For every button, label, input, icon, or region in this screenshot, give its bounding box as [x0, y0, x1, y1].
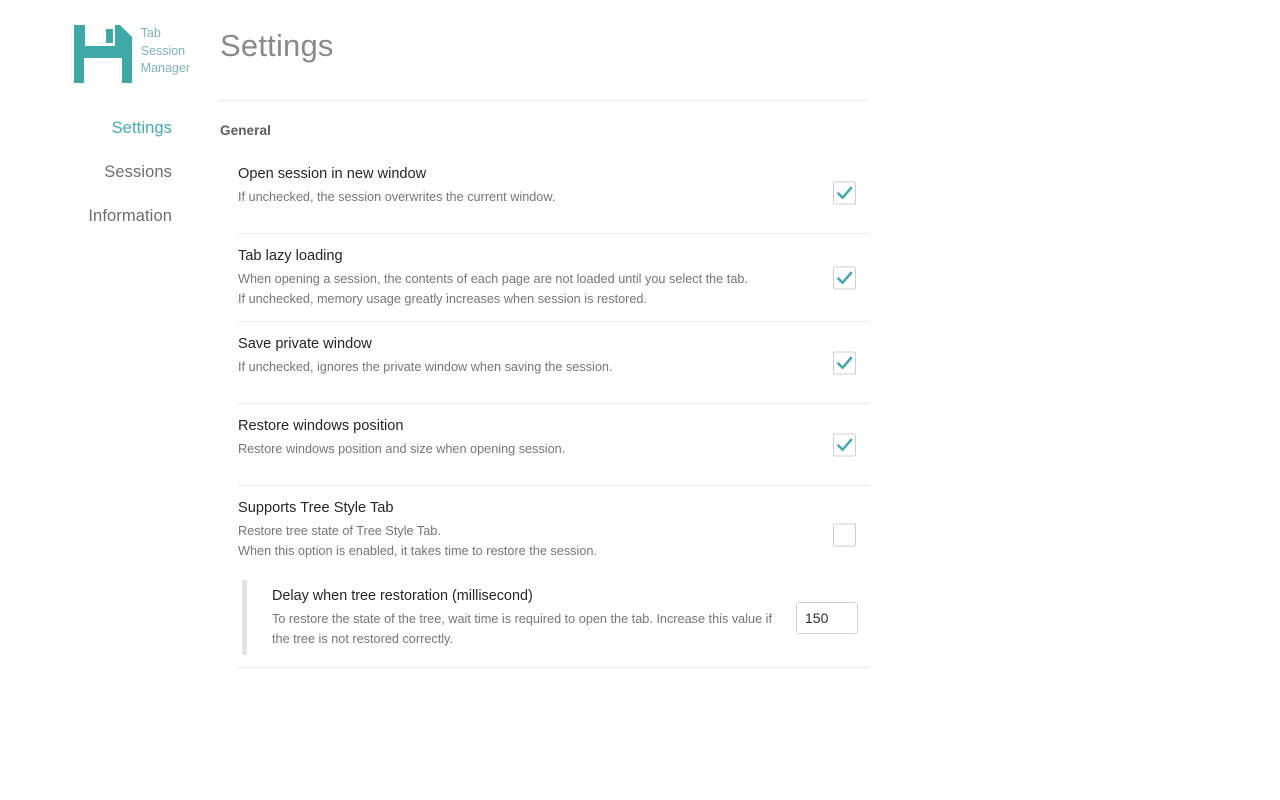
- brand-name-line-1: Tab: [141, 25, 190, 43]
- section-title-general: General: [220, 123, 870, 138]
- setting-description-line: When opening a session, the contents of …: [238, 270, 788, 290]
- settings-list: Open session in new window If unchecked,…: [238, 152, 870, 657]
- delay-when-tree-restoration-input[interactable]: [796, 602, 858, 634]
- setting-description-line: If unchecked, the session overwrites the…: [238, 188, 788, 208]
- setting-description-line: Restore tree state of Tree Style Tab.: [238, 522, 788, 542]
- checkbox-tab-lazy-loading[interactable]: [833, 266, 856, 289]
- sub-setting-delay-when-tree-restoration: Delay when tree restoration (millisecond…: [242, 578, 870, 657]
- bottom-divider: [238, 667, 870, 668]
- setting-title: Save private window: [238, 334, 788, 355]
- setting-text: Supports Tree Style Tab Restore tree sta…: [238, 498, 798, 561]
- setting-row-tab-lazy-loading: Tab lazy loading When opening a session,…: [238, 234, 870, 322]
- setting-title: Restore windows position: [238, 416, 788, 437]
- setting-description: Restore windows position and size when o…: [238, 440, 788, 460]
- sub-setting-description-line: To restore the state of the tree, wait t…: [272, 610, 782, 630]
- setting-description-line: If unchecked, ignores the private window…: [238, 358, 788, 378]
- setting-description: If unchecked, ignores the private window…: [238, 358, 788, 378]
- setting-title: Open session in new window: [238, 164, 788, 185]
- checkbox-open-session-in-new-window[interactable]: [833, 181, 856, 204]
- setting-text: Tab lazy loading When opening a session,…: [238, 246, 798, 309]
- header-divider: [218, 100, 868, 101]
- setting-row-restore-windows-position: Restore windows position Restore windows…: [238, 404, 870, 486]
- setting-description: If unchecked, the session overwrites the…: [238, 188, 788, 208]
- settings-page: Tab Session Manager Settings Sessions In…: [0, 0, 1280, 800]
- checkbox-supports-tree-style-tab[interactable]: [833, 524, 856, 547]
- setting-row-open-session-in-new-window: Open session in new window If unchecked,…: [238, 152, 870, 234]
- brand-name-line-3: Manager: [141, 60, 190, 78]
- sub-setting-description-line: the tree is not restored correctly.: [272, 630, 782, 650]
- setting-text: Open session in new window If unchecked,…: [238, 164, 798, 208]
- setting-text: Delay when tree restoration (millisecond…: [272, 586, 792, 649]
- floppy-disk-save-icon: [71, 22, 135, 86]
- setting-description-line: Restore windows position and size when o…: [238, 440, 788, 460]
- brand-name-line-2: Session: [141, 43, 190, 61]
- setting-row-save-private-window: Save private window If unchecked, ignore…: [238, 322, 870, 404]
- setting-description-line: If unchecked, memory usage greatly incre…: [238, 290, 788, 310]
- sub-setting-description: To restore the state of the tree, wait t…: [272, 610, 782, 649]
- sidebar: Tab Session Manager Settings Sessions In…: [0, 0, 198, 800]
- setting-main: Supports Tree Style Tab Restore tree sta…: [238, 498, 870, 572]
- sidebar-item-sessions[interactable]: Sessions: [0, 150, 172, 194]
- setting-text: Save private window If unchecked, ignore…: [238, 334, 798, 378]
- sidebar-item-settings[interactable]: Settings: [0, 106, 172, 150]
- sidebar-item-information[interactable]: Information: [0, 194, 172, 238]
- checkbox-restore-windows-position[interactable]: [833, 433, 856, 456]
- brand-name: Tab Session Manager: [141, 22, 190, 78]
- setting-description: Restore tree state of Tree Style Tab. Wh…: [238, 522, 788, 561]
- main-content: Settings General Open session in new win…: [218, 0, 870, 668]
- setting-title: Tab lazy loading: [238, 246, 788, 267]
- page-title: Settings: [220, 26, 870, 66]
- setting-row-supports-tree-style-tab: Supports Tree Style Tab Restore tree sta…: [238, 486, 870, 657]
- setting-text: Restore windows position Restore windows…: [238, 416, 798, 460]
- checkbox-save-private-window[interactable]: [833, 351, 856, 374]
- setting-description: When opening a session, the contents of …: [238, 270, 788, 309]
- sub-setting-title: Delay when tree restoration (millisecond…: [272, 586, 782, 607]
- setting-description-line: When this option is enabled, it takes ti…: [238, 542, 788, 562]
- brand: Tab Session Manager: [0, 22, 198, 86]
- setting-title: Supports Tree Style Tab: [238, 498, 788, 519]
- sidebar-nav: Settings Sessions Information: [0, 106, 198, 238]
